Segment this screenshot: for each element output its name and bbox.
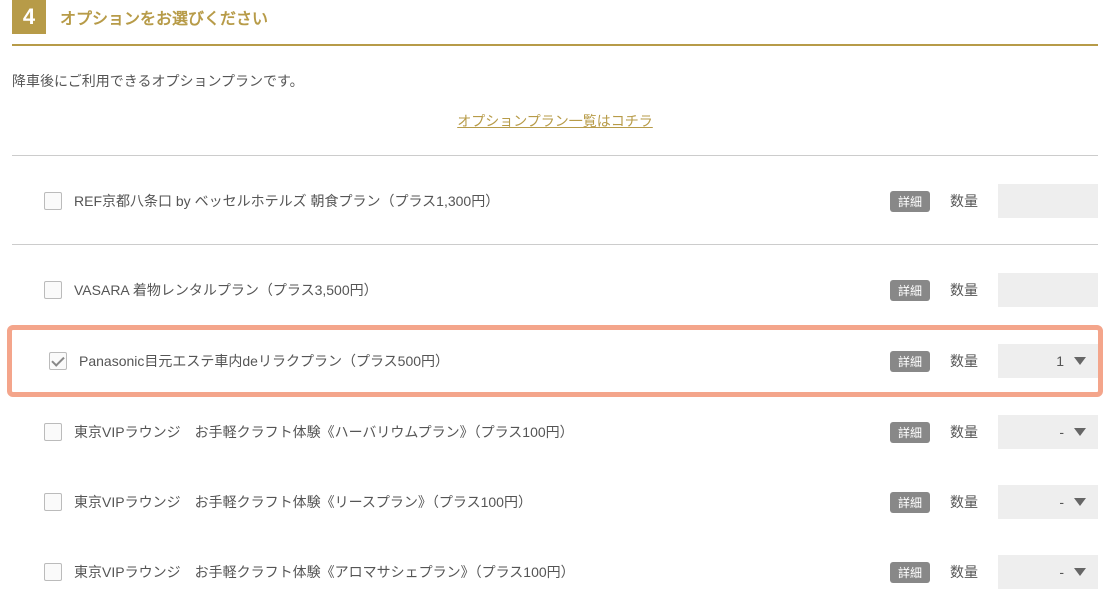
step-number-badge: 4 [12, 0, 46, 34]
option-checkbox[interactable] [44, 192, 62, 210]
option-row: VASARA 着物レンタルプラン（プラス3,500円）詳細数量 [12, 245, 1098, 325]
chevron-down-icon [1074, 357, 1086, 365]
detail-button[interactable]: 詳細 [890, 351, 930, 372]
option-list-link[interactable]: オプションプラン一覧はコチラ [457, 113, 653, 129]
chevron-down-icon [1074, 568, 1086, 576]
quantity-select [998, 184, 1098, 218]
section-header: 4 オプションをお選びください [12, 0, 1098, 46]
section-description: 降車後にご利用できるオプションプランです。 [0, 46, 1110, 101]
option-label: 東京VIPラウンジ お手軽クラフト体験《アロマサシェプラン》（プラス100円） [74, 562, 890, 582]
option-row: 東京VIPラウンジ お手軽クラフト体験《ハーバリウムプラン》（プラス100円）詳… [12, 397, 1098, 467]
quantity-select[interactable]: 1 [998, 344, 1098, 378]
option-label: VASARA 着物レンタルプラン（プラス3,500円） [74, 280, 890, 300]
option-checkbox[interactable] [44, 563, 62, 581]
quantity-label: 数量 [950, 492, 980, 512]
options-list: REF京都八条口 by ベッセルホテルズ 朝食プラン（プラス1,300円）詳細数… [0, 156, 1110, 607]
section-title: オプションをお選びください [60, 5, 268, 29]
option-checkbox[interactable] [44, 423, 62, 441]
quantity-label: 数量 [950, 280, 980, 300]
option-label: 東京VIPラウンジ お手軽クラフト体験《ハーバリウムプラン》（プラス100円） [74, 422, 890, 442]
option-label: Panasonic目元エステ車内deリラクプラン（プラス500円） [79, 351, 890, 371]
chevron-down-icon [1074, 428, 1086, 436]
quantity-value: - [1059, 564, 1064, 580]
option-row: REF京都八条口 by ベッセルホテルズ 朝食プラン（プラス1,300円）詳細数… [12, 156, 1098, 236]
quantity-select[interactable]: - [998, 555, 1098, 589]
option-row: 東京VIPラウンジ お手軽クラフト体験《アロマサシェプラン》（プラス100円）詳… [12, 537, 1098, 607]
quantity-value: - [1059, 494, 1064, 510]
option-checkbox[interactable] [49, 352, 67, 370]
detail-button[interactable]: 詳細 [890, 492, 930, 513]
option-row: 東京VIPラウンジ お手軽クラフト体験《リースプラン》（プラス100円）詳細数量… [12, 467, 1098, 537]
detail-button[interactable]: 詳細 [890, 422, 930, 443]
quantity-label: 数量 [950, 191, 980, 211]
quantity-select[interactable]: - [998, 415, 1098, 449]
detail-button[interactable]: 詳細 [890, 562, 930, 583]
option-label: 東京VIPラウンジ お手軽クラフト体験《リースプラン》（プラス100円） [74, 492, 890, 512]
quantity-value: 1 [1056, 353, 1064, 369]
option-label: REF京都八条口 by ベッセルホテルズ 朝食プラン（プラス1,300円） [74, 191, 890, 211]
quantity-select[interactable]: - [998, 485, 1098, 519]
quantity-label: 数量 [950, 562, 980, 582]
detail-button[interactable]: 詳細 [890, 280, 930, 301]
quantity-value: - [1059, 424, 1064, 440]
quantity-label: 数量 [950, 351, 980, 371]
detail-button[interactable]: 詳細 [890, 191, 930, 212]
chevron-down-icon [1074, 498, 1086, 506]
quantity-select [998, 273, 1098, 307]
option-row: Panasonic目元エステ車内deリラクプラン（プラス500円）詳細数量 1 [7, 325, 1103, 397]
quantity-label: 数量 [950, 422, 980, 442]
option-checkbox[interactable] [44, 281, 62, 299]
option-checkbox[interactable] [44, 493, 62, 511]
